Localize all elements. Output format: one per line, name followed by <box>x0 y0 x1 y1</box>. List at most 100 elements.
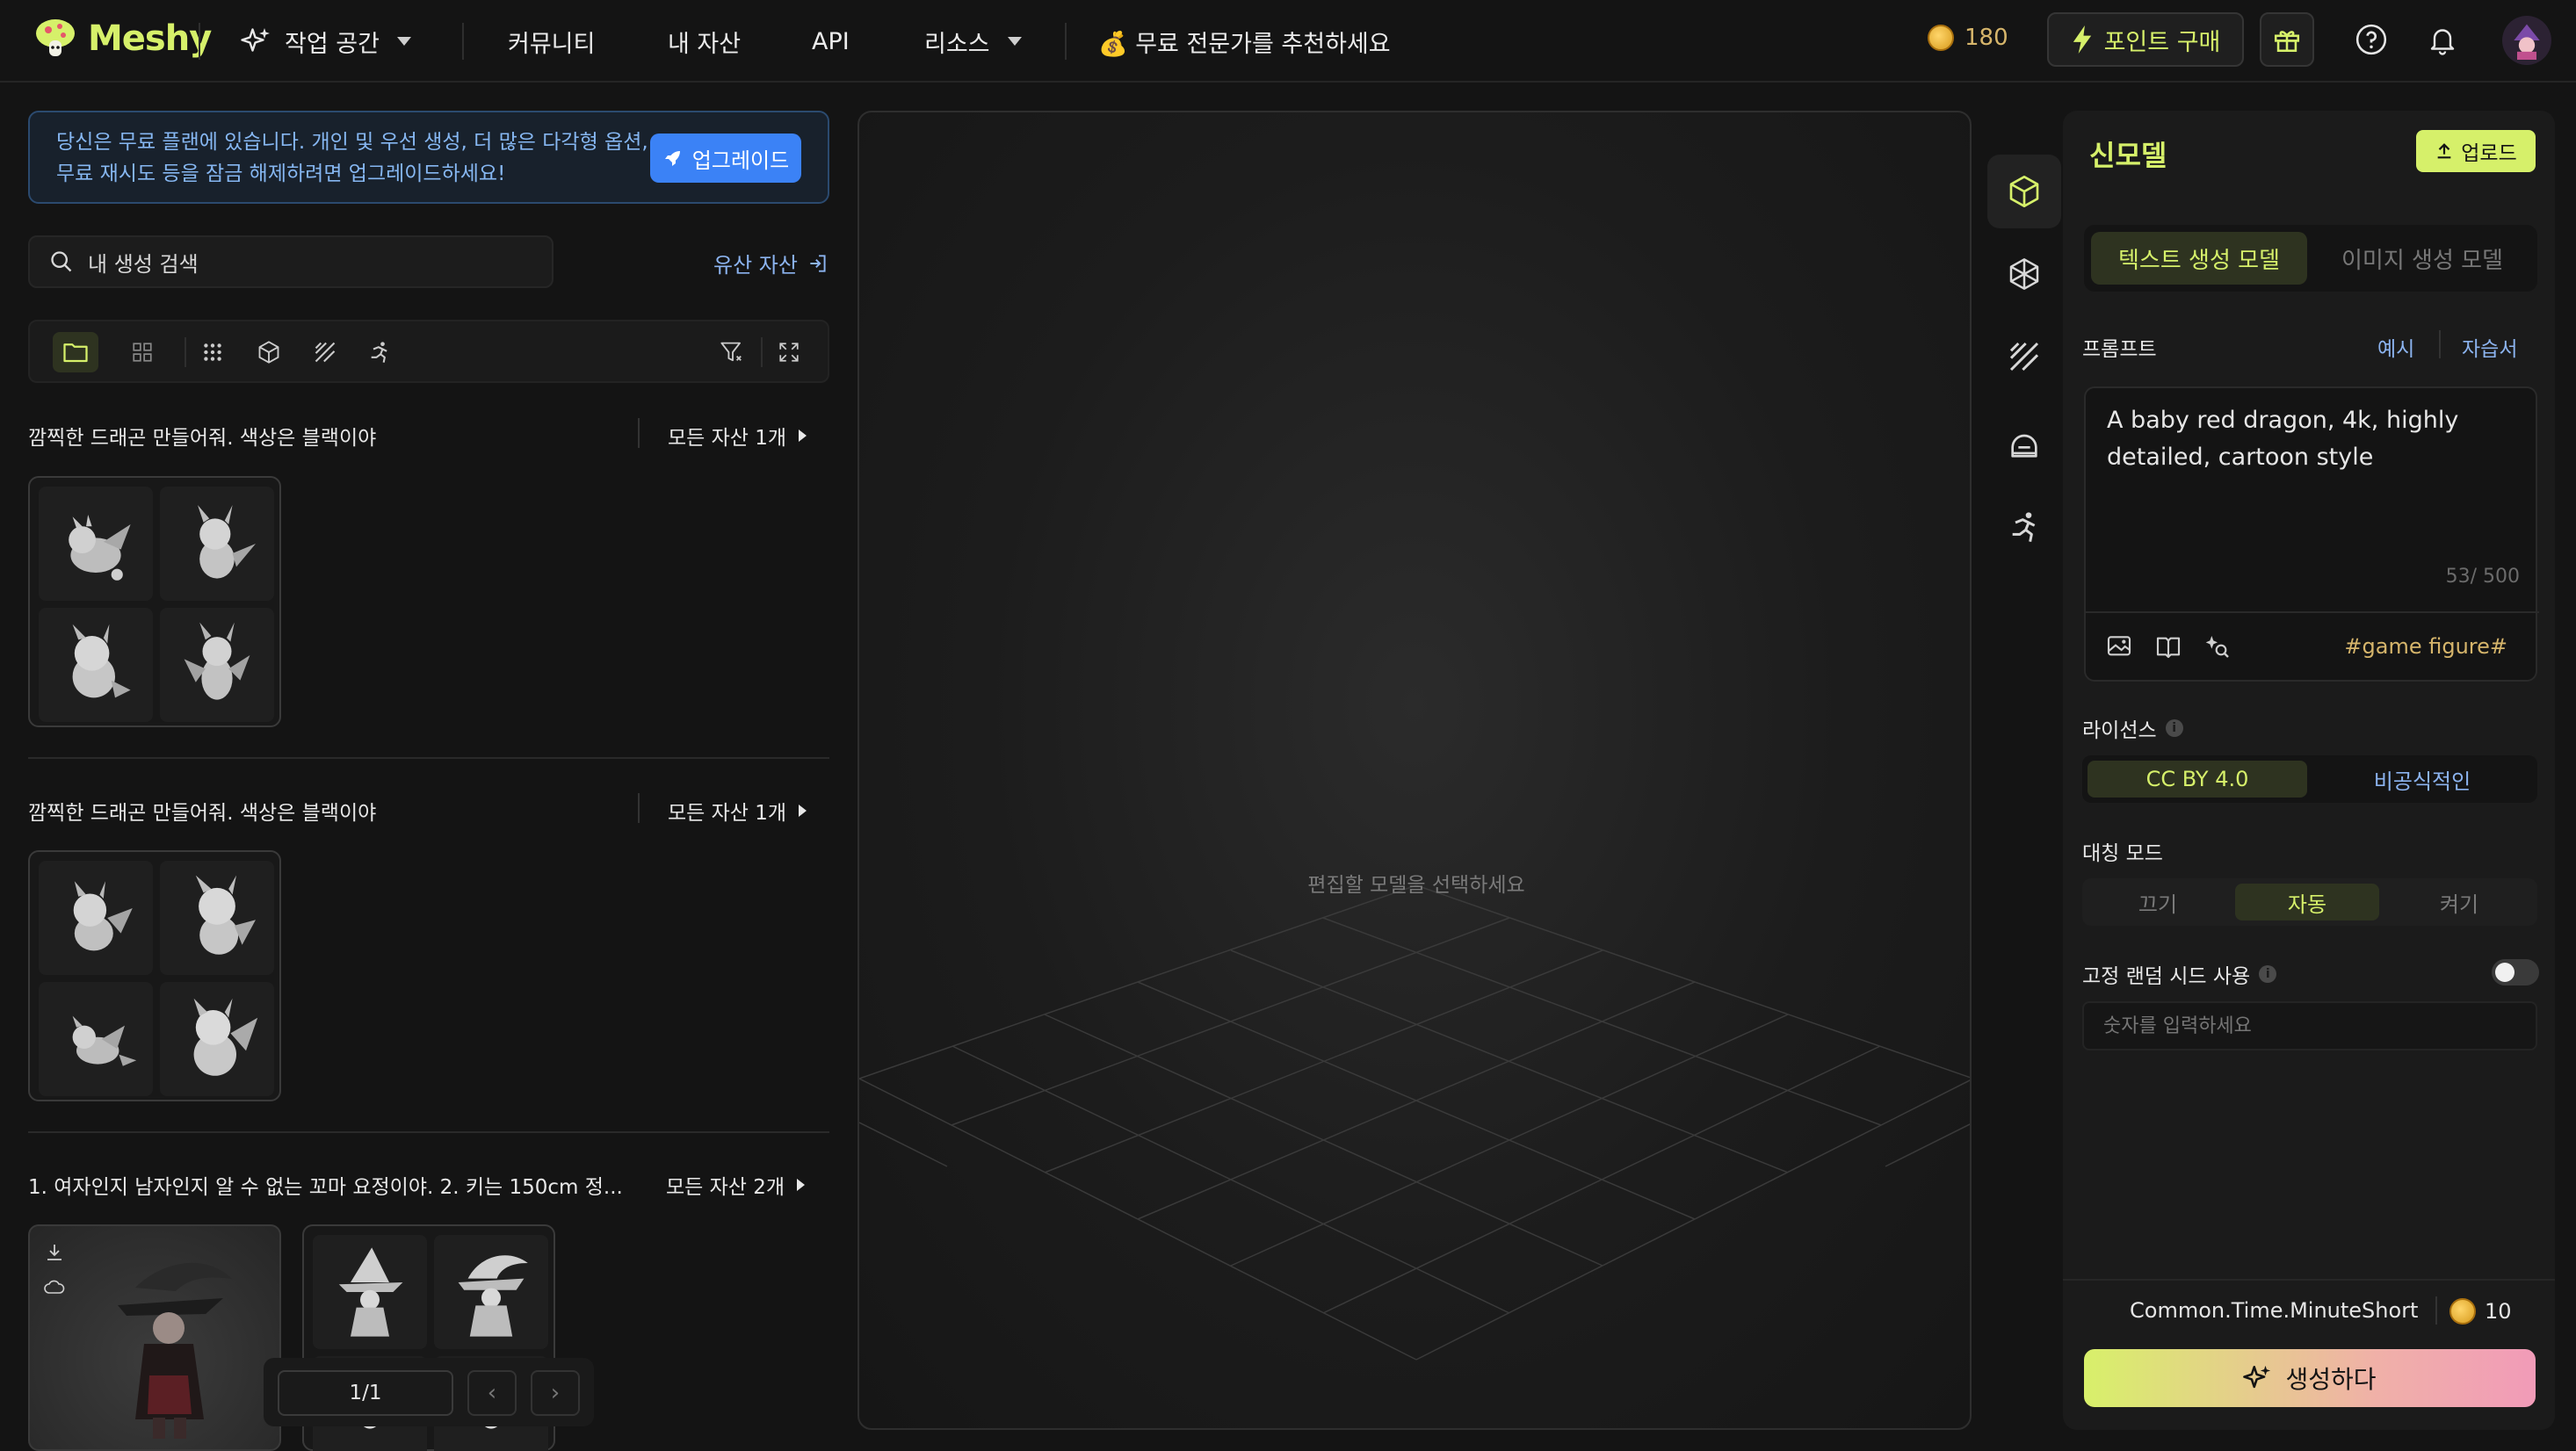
nav-resources[interactable]: 리소스 <box>924 19 1022 63</box>
coin-icon <box>1928 25 1954 51</box>
folder-icon <box>63 343 88 363</box>
symmetry-off[interactable]: 끄기 <box>2088 884 2228 920</box>
section-divider <box>28 757 829 759</box>
helmet-icon <box>2011 434 2037 458</box>
brand-name: Meshy <box>88 18 212 59</box>
caret-right-icon <box>799 430 807 442</box>
asset-thumbnail[interactable] <box>39 982 153 1096</box>
lightning-icon <box>2073 25 2091 54</box>
search-input[interactable]: 내 생성 검색 <box>28 235 554 288</box>
nav-community-label: 커뮤니티 <box>508 30 596 58</box>
nav-community[interactable]: 커뮤니티 <box>508 19 595 63</box>
filter-options-button[interactable] <box>710 332 756 372</box>
asset-card[interactable] <box>28 1224 281 1451</box>
nav-api-label: API <box>812 27 850 55</box>
asset-thumbnail[interactable] <box>39 608 153 722</box>
prompt-label-text: 프롬프트 <box>2082 338 2157 361</box>
help-button[interactable] <box>2355 23 2388 56</box>
page-input[interactable]: 1/1 <box>278 1370 453 1416</box>
estimated-time: Common.Time.MinuteShort <box>2130 1298 2419 1323</box>
generation-mode-tabs: 텍스트 생성 모델 이미지 생성 모델 <box>2084 225 2537 292</box>
filter-model-button[interactable] <box>246 332 292 372</box>
asset-thumbnail[interactable] <box>434 1235 548 1349</box>
credit-balance[interactable]: 180 <box>1928 25 2008 51</box>
tab-image-to-3d[interactable]: 이미지 생성 모델 <box>2314 232 2530 285</box>
asset-thumbnail[interactable] <box>160 487 274 601</box>
buy-points-button[interactable]: 포인트 구매 <box>2047 12 2244 67</box>
nav-refer-expert[interactable]: 💰 무료 전문가를 추천하세요 <box>1098 19 1391 63</box>
rail-character-tool[interactable] <box>1987 408 2061 481</box>
nav-api[interactable]: API <box>812 19 850 63</box>
asset-thumbnail[interactable] <box>160 861 274 975</box>
prompt-tag[interactable]: #game figure# <box>2344 634 2507 659</box>
chevron-down-icon <box>1007 37 1022 46</box>
rocket-icon <box>664 151 680 166</box>
rail-animation-tool[interactable] <box>1987 490 2061 564</box>
asset-thumbnail[interactable] <box>313 1235 427 1349</box>
seed-input[interactable] <box>2082 1001 2537 1050</box>
nav-refer-label: 💰 무료 전문가를 추천하세요 <box>1098 30 1391 58</box>
license-selector: CC BY 4.0 비공식적인 <box>2082 755 2537 803</box>
3d-viewport[interactable]: 편집할 모델을 선택하세요 <box>857 111 1972 1430</box>
brand-logo[interactable]: Meshy <box>32 14 212 63</box>
license-label-text: 라이선스 <box>2082 719 2157 742</box>
texture-icon <box>2009 342 2039 372</box>
symmetry-on[interactable]: 켜기 <box>2386 884 2532 920</box>
avatar[interactable] <box>2502 16 2551 65</box>
help-icon <box>2355 24 2387 55</box>
image-icon <box>2107 636 2131 656</box>
gift-button[interactable] <box>2260 12 2314 67</box>
filter-animation-button[interactable] <box>357 332 402 372</box>
asset-thumbnail[interactable] <box>160 608 274 722</box>
cloud-button[interactable] <box>44 1277 65 1296</box>
rail-model-tool[interactable] <box>1987 155 2061 228</box>
rail-texture-tool[interactable] <box>1987 320 2061 393</box>
nav-divider <box>462 23 464 60</box>
tab-text-to-3d[interactable]: 텍스트 생성 모델 <box>2091 232 2307 285</box>
prompt-enhance-button[interactable] <box>2203 632 2232 661</box>
prompt-label: 프롬프트 <box>2082 332 2157 362</box>
running-figure-icon <box>371 342 387 363</box>
search-placeholder: 내 생성 검색 <box>88 251 199 277</box>
filter-texture-button[interactable] <box>302 332 348 372</box>
next-page-button[interactable]: › <box>531 1370 580 1416</box>
nav-workspace-label: 작업 공간 <box>285 30 380 58</box>
notifications-button[interactable] <box>2427 23 2458 56</box>
all-assets-link[interactable]: 모든 자산 1개 <box>668 796 807 826</box>
view-grid-button[interactable] <box>119 332 165 372</box>
expand-button[interactable] <box>766 332 812 372</box>
symmetry-auto[interactable]: 자동 <box>2235 884 2379 920</box>
prompt-library-button[interactable] <box>2154 632 2182 661</box>
license-cc-by[interactable]: CC BY 4.0 <box>2088 761 2307 798</box>
asset-thumbnail[interactable] <box>39 861 153 975</box>
all-assets-link[interactable]: 모든 자산 1개 <box>668 421 807 451</box>
upgrade-button[interactable]: 업그레이드 <box>650 134 801 183</box>
all-assets-label: 모든 자산 1개 <box>668 802 787 825</box>
tutorial-link[interactable]: 자습서 <box>2462 332 2517 362</box>
asset-card[interactable] <box>28 476 281 727</box>
upgrade-banner-text: 당신은 무료 플랜에 있습니다. 개인 및 우선 생성, 더 많은 다각형 옵션… <box>56 131 648 185</box>
prev-page-button[interactable]: ‹ <box>467 1370 517 1416</box>
dragon-model-icon <box>72 1015 137 1066</box>
asset-thumbnail[interactable] <box>160 982 274 1096</box>
seed-toggle[interactable] <box>2492 959 2539 985</box>
generate-button[interactable]: 생성하다 <box>2084 1349 2536 1407</box>
nav-my-assets[interactable]: 내 자산 <box>668 19 741 63</box>
asset-thumbnail[interactable] <box>39 487 153 601</box>
expand-icon <box>779 343 799 362</box>
rail-mesh-tool[interactable] <box>1987 237 2061 311</box>
nav-workspace[interactable]: 작업 공간 <box>241 19 411 63</box>
examples-link[interactable]: 예시 <box>2377 332 2414 362</box>
download-icon <box>47 1245 62 1260</box>
upload-button[interactable]: 업로드 <box>2416 130 2536 172</box>
info-icon: i <box>2165 719 2183 737</box>
view-folder-button[interactable] <box>53 332 98 372</box>
legacy-assets-link[interactable]: 유산 자산 <box>713 248 829 278</box>
all-assets-link[interactable]: 모든 자산 2개 <box>666 1170 806 1200</box>
download-button[interactable] <box>44 1242 65 1263</box>
image-prompt-button[interactable] <box>2105 632 2133 661</box>
license-non-commercial[interactable]: 비공식적인 <box>2312 761 2532 798</box>
prompt-textarea[interactable]: A baby red dragon, 4k, highly detailed, … <box>2084 386 2539 682</box>
filter-all-button[interactable] <box>190 332 235 372</box>
asset-card[interactable] <box>28 850 281 1101</box>
